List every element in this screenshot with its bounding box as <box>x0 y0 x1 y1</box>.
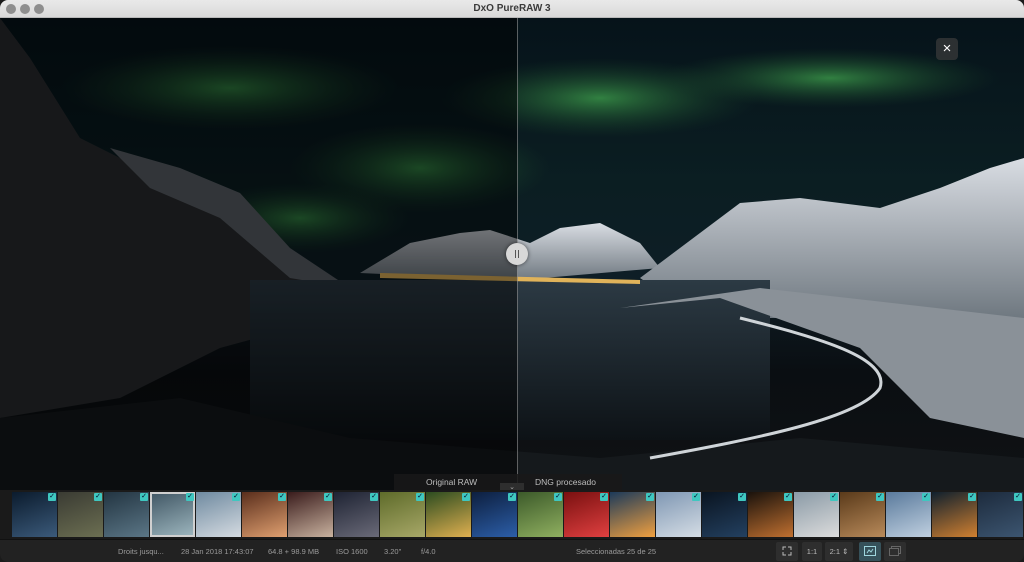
title-bar: DxO PureRAW 3 <box>0 0 1024 18</box>
filmstrip-thumbnail[interactable]: ✓ <box>518 492 563 537</box>
checkmark-icon[interactable]: ✓ <box>370 493 378 501</box>
checkmark-icon[interactable]: ✓ <box>554 493 562 501</box>
checkmark-icon[interactable]: ✓ <box>140 493 148 501</box>
capture-datetime: 28 Jan 2018 17:43:07 <box>181 547 254 556</box>
filmstrip-thumbnail[interactable]: ✓ <box>242 492 287 537</box>
filmstrip-thumbnail[interactable]: ✓ <box>288 492 333 537</box>
filmstrip-thumbnail[interactable]: ✓ <box>196 492 241 537</box>
checkmark-icon[interactable]: ✓ <box>922 493 930 501</box>
checkmark-icon[interactable]: ✓ <box>738 493 746 501</box>
zoom-select-value: 2:1 <box>829 547 841 556</box>
aperture-value: f/4.0 <box>421 547 436 556</box>
image-viewer[interactable]: × Original RAW DNG procesado ⌄ <box>0 18 1024 490</box>
app-window: DxO PureRAW 3 × Original RAW DNG procesa… <box>0 0 1024 562</box>
zoom-select[interactable]: 2:1 ⇕ <box>825 542 853 561</box>
filmstrip-thumbnail[interactable]: ✓ <box>104 492 149 537</box>
filmstrip-thumbnail[interactable]: ✓ <box>886 492 931 537</box>
status-bar: Droits jusqu... 28 Jan 2018 17:43:07 64.… <box>0 539 1024 562</box>
filmstrip-thumbnail[interactable]: ✓ <box>794 492 839 537</box>
original-raw-label: Original RAW <box>426 477 478 487</box>
fit-screen-icon <box>782 546 792 556</box>
single-view-icon <box>889 546 901 556</box>
filmstrip-thumbnail[interactable]: ✓ <box>978 492 1023 537</box>
filmstrip-thumbnail[interactable]: ✓ <box>702 492 747 537</box>
copyright-text: Droits jusqu... <box>118 547 164 556</box>
checkmark-icon[interactable]: ✓ <box>186 493 194 501</box>
checkmark-icon[interactable]: ✓ <box>692 493 700 501</box>
filmstrip-thumbnail[interactable]: ✓ <box>58 492 103 537</box>
checkmark-icon[interactable]: ✓ <box>232 493 240 501</box>
compare-split-handle[interactable] <box>506 243 528 265</box>
checkmark-icon[interactable]: ✓ <box>784 493 792 501</box>
window-title: DxO PureRAW 3 <box>473 3 551 14</box>
filmstrip-thumbnail[interactable]: ✓ <box>840 492 885 537</box>
selection-count: Seleccionadas 25 de 25 <box>576 547 657 556</box>
filmstrip-thumbnail[interactable]: ✓ <box>334 492 379 537</box>
filmstrip-thumbnail[interactable]: ✓ <box>748 492 793 537</box>
collapse-filmstrip-button[interactable]: ⌄ <box>500 483 524 490</box>
checkmark-icon[interactable]: ✓ <box>416 493 424 501</box>
filmstrip-thumbnail[interactable]: ✓ <box>656 492 701 537</box>
filmstrip-thumbnail[interactable]: ✓ <box>610 492 655 537</box>
checkmark-icon[interactable]: ✓ <box>968 493 976 501</box>
filmstrip-thumbnail[interactable]: ✓ <box>380 492 425 537</box>
filmstrip-thumbnail[interactable]: ✓ <box>932 492 977 537</box>
original-raw-side <box>0 18 518 490</box>
dng-processed-label: DNG procesado <box>535 477 596 487</box>
checkmark-icon[interactable]: ✓ <box>600 493 608 501</box>
checkmark-icon[interactable]: ✓ <box>324 493 332 501</box>
close-viewer-button[interactable]: × <box>936 38 958 60</box>
compare-view-button[interactable] <box>859 542 881 561</box>
iso-value: ISO 1600 <box>336 547 368 556</box>
checkmark-icon[interactable]: ✓ <box>278 493 286 501</box>
checkmark-icon[interactable]: ✓ <box>830 493 838 501</box>
stepper-icon: ⇕ <box>842 547 849 556</box>
checkmark-icon[interactable]: ✓ <box>876 493 884 501</box>
checkmark-icon[interactable]: ✓ <box>508 493 516 501</box>
checkmark-icon[interactable]: ✓ <box>1014 493 1022 501</box>
fit-screen-button[interactable] <box>776 542 798 561</box>
filmstrip-thumbnail[interactable]: ✓ <box>150 492 195 537</box>
filmstrip-thumbnail[interactable]: ✓ <box>426 492 471 537</box>
checkmark-icon[interactable]: ✓ <box>94 493 102 501</box>
checkmark-icon[interactable]: ✓ <box>48 493 56 501</box>
side-by-side-icon <box>864 546 876 556</box>
zoom-1-1-button[interactable]: 1:1 <box>802 542 822 561</box>
filmstrip-thumbnail[interactable]: ✓ <box>564 492 609 537</box>
checkmark-icon[interactable]: ✓ <box>646 493 654 501</box>
close-icon: × <box>942 40 952 57</box>
filmstrip-thumbnail[interactable]: ✓ <box>12 492 57 537</box>
filmstrip-thumbnail[interactable]: ✓ <box>472 492 517 537</box>
file-size: 64.8 + 98.9 MB <box>268 547 320 556</box>
checkmark-icon[interactable]: ✓ <box>462 493 470 501</box>
filmstrip: ✓ ✓ ✓ ✓ ✓ ✓ ✓ ✓ ✓ ✓ ✓ ✓ ✓ ✓ ✓ ✓ ✓ ✓ ✓ ✓ ✓ ✓ <box>0 490 1024 539</box>
single-view-button[interactable] <box>884 542 906 561</box>
shutter-speed: 3.20" <box>384 547 402 556</box>
